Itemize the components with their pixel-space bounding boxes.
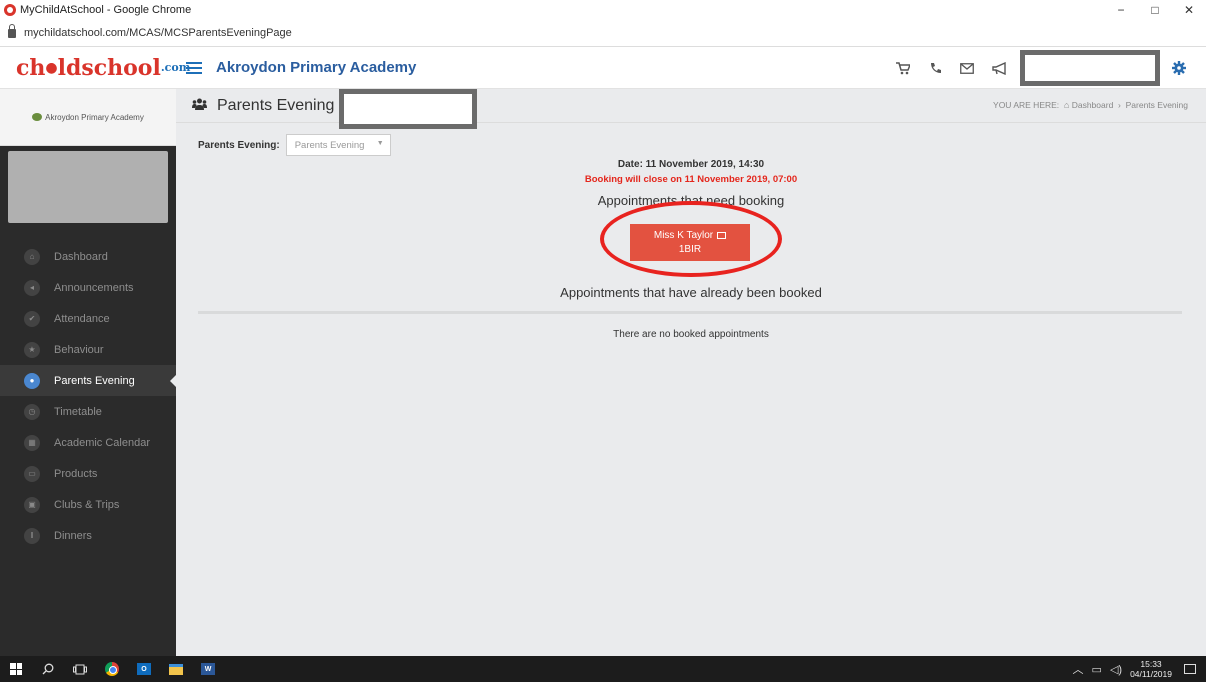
sidebar-item-announcements[interactable]: ◂ Announcements <box>0 272 176 303</box>
booking-close-notice: Booking will close on 11 November 2019, … <box>584 174 798 185</box>
sidebar-item-label: Dinners <box>54 529 92 542</box>
check-icon: ✔ <box>24 310 40 327</box>
chrome-icon[interactable] <box>96 656 128 682</box>
page-header: Parents Evening YOU ARE HERE: ⌂ Dashboar… <box>176 89 1206 129</box>
network-icon[interactable]: ▭ <box>1092 663 1102 676</box>
clock-icon: ◷ <box>24 403 40 420</box>
cart-icon[interactable] <box>890 47 916 89</box>
mychildatschool-logo[interactable]: ch ● ldschool .com <box>0 47 190 89</box>
clock-date: 04/11/2019 <box>1130 669 1172 679</box>
start-icon[interactable] <box>0 656 32 682</box>
sidebar-school-logo[interactable]: Akroydon Primary Academy <box>0 89 176 146</box>
gear-icon[interactable] <box>1166 47 1192 89</box>
sidebar-menu: ⌂ Dashboard ◂ Announcements ✔ Attendance ★ B… <box>0 241 176 551</box>
header-actions <box>884 47 1206 89</box>
site-favicon-icon <box>4 4 16 16</box>
sidebar-item-label: Dashboard <box>54 250 108 263</box>
sidebar-item-academic-calendar[interactable]: ▦ Academic Calendar <box>0 427 176 458</box>
sidebar: Akroydon Primary Academy ⌂ Dashboard ◂ Ann… <box>0 89 176 656</box>
sidebar-item-clubs-trips[interactable]: ▣ Clubs & Trips <box>0 489 176 520</box>
select-value: Parents Evening <box>294 139 365 151</box>
section-divider <box>198 311 1182 314</box>
task-view-icon[interactable] <box>64 656 96 682</box>
url-text[interactable]: mychildatschool.com/MCAS/MCSParentsEveni… <box>24 27 292 39</box>
no-booked-message: There are no booked appointments <box>613 329 769 340</box>
student-profile-photo[interactable] <box>8 151 168 223</box>
home-icon: ⌂ <box>24 248 40 265</box>
taskbar-clock[interactable]: 15:33 04/11/2019 <box>1130 659 1172 679</box>
sidebar-item-timetable[interactable]: ◷ Timetable <box>0 396 176 427</box>
chevron-up-icon[interactable]: ︿ <box>1073 661 1084 677</box>
sidebar-item-dinners[interactable]: ‖ Dinners <box>0 520 176 551</box>
sidebar-school-label: Akroydon Primary Academy <box>45 112 144 122</box>
sidebar-item-behaviour[interactable]: ★ Behaviour <box>0 334 176 365</box>
maximize-button[interactable]: □ <box>1138 0 1172 20</box>
phone-icon[interactable] <box>922 47 948 89</box>
volume-icon[interactable]: ◁) <box>1110 663 1122 676</box>
breadcrumb-current: Parents Evening <box>1125 100 1188 110</box>
sidebar-item-parents-evening[interactable]: ● Parents Evening <box>0 365 176 396</box>
menu-toggle-icon[interactable] <box>186 61 202 74</box>
page-title: Parents Evening <box>217 96 335 114</box>
lock-icon <box>8 23 16 38</box>
sidebar-item-label: Announcements <box>54 281 134 294</box>
outlook-icon[interactable]: O <box>128 656 160 682</box>
address-bar[interactable]: mychildatschool.com/MCAS/MCSParentsEveni… <box>0 20 1206 47</box>
card-icon: ▭ <box>24 465 40 482</box>
system-tray: ︿ ▭ ◁) 15:33 04/11/2019 <box>1073 656 1206 682</box>
highlight-circle-annotation <box>600 201 782 277</box>
home-icon: ⌂ <box>1063 100 1070 110</box>
word-icon[interactable]: W <box>192 656 224 682</box>
windows-taskbar: O W ︿ ▭ ◁) 15:33 04/11/2019 <box>0 656 1206 682</box>
school-crest-icon <box>32 113 43 121</box>
window-controls: − □ ✕ <box>1104 0 1206 20</box>
megaphone-icon: ◂ <box>24 279 40 296</box>
calendar-icon: ▦ <box>24 434 40 451</box>
minimize-button[interactable]: − <box>1104 0 1138 20</box>
cutlery-icon: ‖ <box>24 527 40 544</box>
filter-label: Parents Evening: <box>198 139 280 151</box>
sidebar-item-products[interactable]: ▭ Products <box>0 458 176 489</box>
parents-evening-filter: Parents Evening: Parents Evening ▼ <box>198 134 391 156</box>
sidebar-item-label: Clubs & Trips <box>54 498 120 511</box>
logo-text-school: ldschool <box>57 54 161 81</box>
window-title: MyChildAtSchool - Google Chrome <box>20 4 192 16</box>
sidebar-item-attendance[interactable]: ✔ Attendance <box>0 303 176 334</box>
search-icon[interactable] <box>32 656 64 682</box>
sidebar-item-label: Attendance <box>54 312 110 325</box>
close-window-button[interactable]: ✕ <box>1172 0 1206 20</box>
users-icon: ● <box>24 372 40 389</box>
sidebar-item-label: Behaviour <box>54 343 104 356</box>
parents-evening-select[interactable]: Parents Evening ▼ <box>285 134 391 156</box>
redacted-name-box <box>339 89 477 129</box>
evening-date: Date: 11 November 2019, 14:30 <box>617 159 765 170</box>
megaphone-icon[interactable] <box>986 47 1012 89</box>
breadcrumb: YOU ARE HERE: ⌂ Dashboard › Parents Even… <box>993 100 1188 110</box>
users-icon <box>192 98 207 113</box>
booked-heading: Appointments that have already been book… <box>560 285 822 300</box>
chevron-down-icon: ▼ <box>376 140 384 147</box>
breadcrumb-prefix: YOU ARE HERE: <box>993 100 1060 110</box>
sidebar-item-label: Academic Calendar <box>54 436 150 449</box>
logo-text-ch: ch <box>16 54 46 81</box>
star-icon: ★ <box>24 341 40 358</box>
breadcrumb-dashboard-link[interactable]: Dashboard <box>1072 100 1114 110</box>
app-header: ch ● ldschool .com Akroydon Primary Academy <box>0 47 1206 89</box>
mail-icon[interactable] <box>954 47 980 89</box>
sidebar-item-label: Parents Evening <box>54 374 135 387</box>
breadcrumb-separator: › <box>1118 100 1121 110</box>
sidebar-item-label: Products <box>54 467 98 480</box>
school-name[interactable]: Akroydon Primary Academy <box>216 59 416 76</box>
main-content: Parents Evening YOU ARE HERE: ⌂ Dashboar… <box>176 89 1206 656</box>
sidebar-item-label: Timetable <box>54 405 102 418</box>
browser-titlebar: MyChildAtSchool - Google Chrome − □ ✕ <box>0 0 1206 20</box>
bus-icon: ▣ <box>24 496 40 513</box>
clock-time: 15:33 <box>1140 659 1162 669</box>
sidebar-item-dashboard[interactable]: ⌂ Dashboard <box>0 241 176 272</box>
notification-icon[interactable] <box>1184 664 1196 674</box>
redacted-user-box <box>1020 50 1160 86</box>
file-explorer-icon[interactable] <box>160 656 192 682</box>
